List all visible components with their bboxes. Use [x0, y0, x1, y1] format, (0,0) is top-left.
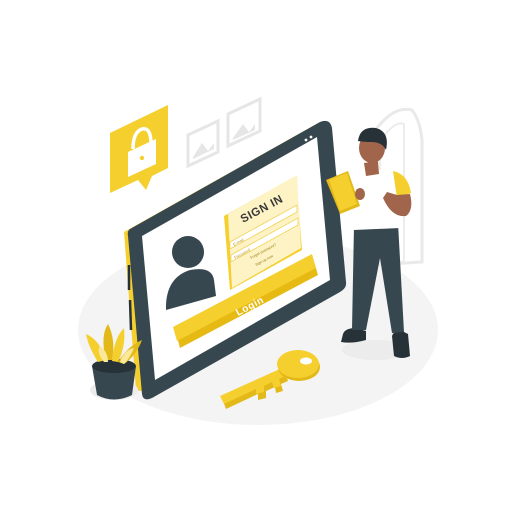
image-icon: [186, 118, 220, 169]
login-illustration: SIGN IN E-mail Password Forgot password?…: [78, 96, 438, 425]
image-icon: [226, 96, 262, 149]
padlock-bubble: [110, 105, 168, 193]
